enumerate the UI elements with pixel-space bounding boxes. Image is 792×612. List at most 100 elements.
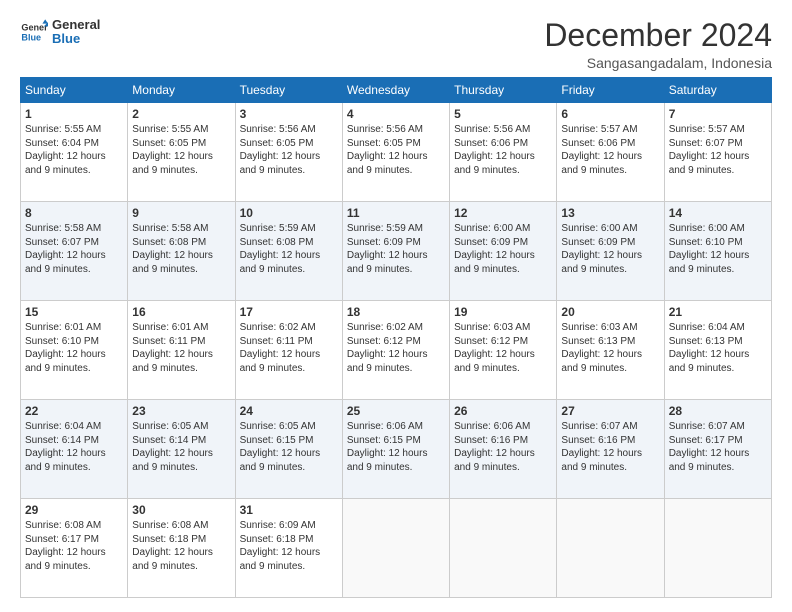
day-number: 4 [347, 106, 445, 122]
calendar-cell: 4 Sunrise: 5:56 AM Sunset: 6:05 PM Dayli… [342, 103, 449, 202]
daylight-cont: and 9 minutes. [669, 165, 735, 176]
sunset-label: Sunset: 6:09 PM [454, 237, 528, 248]
daylight-cont: and 9 minutes. [669, 462, 735, 473]
sunset-label: Sunset: 6:14 PM [132, 435, 206, 446]
sunrise-label: Sunrise: 6:03 AM [561, 322, 637, 333]
sunrise-label: Sunrise: 6:07 AM [561, 421, 637, 432]
day-number: 31 [240, 502, 338, 518]
day-number: 14 [669, 205, 767, 221]
daylight-label: Daylight: 12 hours [669, 349, 750, 360]
day-number: 2 [132, 106, 230, 122]
sunrise-label: Sunrise: 6:08 AM [132, 520, 208, 531]
day-number: 18 [347, 304, 445, 320]
logo-icon: General Blue [20, 18, 48, 46]
daylight-label: Daylight: 12 hours [347, 448, 428, 459]
day-number: 24 [240, 403, 338, 419]
sunset-label: Sunset: 6:12 PM [347, 336, 421, 347]
sunset-label: Sunset: 6:17 PM [669, 435, 743, 446]
day-number: 11 [347, 205, 445, 221]
logo: General Blue General Blue [20, 18, 100, 47]
daylight-cont: and 9 minutes. [561, 264, 627, 275]
sunrise-label: Sunrise: 6:02 AM [347, 322, 423, 333]
sunrise-label: Sunrise: 5:56 AM [454, 124, 530, 135]
calendar-cell: 31 Sunrise: 6:09 AM Sunset: 6:18 PM Dayl… [235, 499, 342, 598]
daylight-cont: and 9 minutes. [25, 165, 91, 176]
calendar-cell: 24 Sunrise: 6:05 AM Sunset: 6:15 PM Dayl… [235, 400, 342, 499]
daylight-cont: and 9 minutes. [25, 264, 91, 275]
daylight-cont: and 9 minutes. [669, 264, 735, 275]
sunrise-label: Sunrise: 5:55 AM [25, 124, 101, 135]
sunrise-label: Sunrise: 6:01 AM [25, 322, 101, 333]
daylight-label: Daylight: 12 hours [561, 448, 642, 459]
calendar-cell: 20 Sunrise: 6:03 AM Sunset: 6:13 PM Dayl… [557, 301, 664, 400]
daylight-label: Daylight: 12 hours [454, 349, 535, 360]
daylight-cont: and 9 minutes. [454, 264, 520, 275]
week-row-2: 8 Sunrise: 5:58 AM Sunset: 6:07 PM Dayli… [21, 202, 772, 301]
week-row-3: 15 Sunrise: 6:01 AM Sunset: 6:10 PM Dayl… [21, 301, 772, 400]
sunset-label: Sunset: 6:05 PM [132, 138, 206, 149]
day-number: 20 [561, 304, 659, 320]
calendar-cell [342, 499, 449, 598]
day-number: 22 [25, 403, 123, 419]
day-number: 16 [132, 304, 230, 320]
sunrise-label: Sunrise: 6:00 AM [454, 223, 530, 234]
calendar-cell: 12 Sunrise: 6:00 AM Sunset: 6:09 PM Dayl… [450, 202, 557, 301]
sunset-label: Sunset: 6:11 PM [132, 336, 205, 347]
sunrise-label: Sunrise: 6:04 AM [669, 322, 745, 333]
daylight-label: Daylight: 12 hours [25, 151, 106, 162]
daylight-label: Daylight: 12 hours [669, 250, 750, 261]
daylight-cont: and 9 minutes. [132, 561, 198, 572]
day-number: 9 [132, 205, 230, 221]
day-number: 3 [240, 106, 338, 122]
sunset-label: Sunset: 6:06 PM [454, 138, 528, 149]
daylight-label: Daylight: 12 hours [132, 250, 213, 261]
calendar-cell: 23 Sunrise: 6:05 AM Sunset: 6:14 PM Dayl… [128, 400, 235, 499]
calendar-cell: 6 Sunrise: 5:57 AM Sunset: 6:06 PM Dayli… [557, 103, 664, 202]
calendar-cell: 2 Sunrise: 5:55 AM Sunset: 6:05 PM Dayli… [128, 103, 235, 202]
calendar-cell: 5 Sunrise: 5:56 AM Sunset: 6:06 PM Dayli… [450, 103, 557, 202]
daylight-cont: and 9 minutes. [132, 165, 198, 176]
sunset-label: Sunset: 6:10 PM [669, 237, 743, 248]
sunset-label: Sunset: 6:17 PM [25, 534, 99, 545]
sunrise-label: Sunrise: 6:03 AM [454, 322, 530, 333]
subtitle: Sangasangadalam, Indonesia [544, 55, 772, 71]
sunset-label: Sunset: 6:08 PM [132, 237, 206, 248]
day-number: 13 [561, 205, 659, 221]
day-number: 21 [669, 304, 767, 320]
week-row-5: 29 Sunrise: 6:08 AM Sunset: 6:17 PM Dayl… [21, 499, 772, 598]
daylight-label: Daylight: 12 hours [240, 349, 321, 360]
daylight-label: Daylight: 12 hours [132, 547, 213, 558]
svg-text:Blue: Blue [21, 33, 41, 43]
calendar-cell: 1 Sunrise: 5:55 AM Sunset: 6:04 PM Dayli… [21, 103, 128, 202]
sunset-label: Sunset: 6:04 PM [25, 138, 99, 149]
daylight-label: Daylight: 12 hours [132, 448, 213, 459]
sunset-label: Sunset: 6:14 PM [25, 435, 99, 446]
calendar-header-row: Sunday Monday Tuesday Wednesday Thursday… [21, 78, 772, 103]
sunset-label: Sunset: 6:10 PM [25, 336, 99, 347]
daylight-cont: and 9 minutes. [347, 462, 413, 473]
calendar-cell: 17 Sunrise: 6:02 AM Sunset: 6:11 PM Dayl… [235, 301, 342, 400]
daylight-cont: and 9 minutes. [25, 462, 91, 473]
col-friday: Friday [557, 78, 664, 103]
daylight-label: Daylight: 12 hours [25, 349, 106, 360]
daylight-label: Daylight: 12 hours [240, 547, 321, 558]
calendar-cell [450, 499, 557, 598]
daylight-cont: and 9 minutes. [561, 462, 627, 473]
day-number: 23 [132, 403, 230, 419]
day-number: 10 [240, 205, 338, 221]
sunrise-label: Sunrise: 6:05 AM [132, 421, 208, 432]
sunset-label: Sunset: 6:18 PM [240, 534, 314, 545]
daylight-cont: and 9 minutes. [132, 363, 198, 374]
calendar-cell: 8 Sunrise: 5:58 AM Sunset: 6:07 PM Dayli… [21, 202, 128, 301]
daylight-label: Daylight: 12 hours [347, 349, 428, 360]
sunset-label: Sunset: 6:05 PM [347, 138, 421, 149]
sunset-label: Sunset: 6:08 PM [240, 237, 314, 248]
daylight-cont: and 9 minutes. [240, 264, 306, 275]
sunrise-label: Sunrise: 5:58 AM [25, 223, 101, 234]
col-wednesday: Wednesday [342, 78, 449, 103]
sunset-label: Sunset: 6:13 PM [669, 336, 743, 347]
daylight-label: Daylight: 12 hours [240, 250, 321, 261]
calendar-cell: 29 Sunrise: 6:08 AM Sunset: 6:17 PM Dayl… [21, 499, 128, 598]
calendar-cell: 28 Sunrise: 6:07 AM Sunset: 6:17 PM Dayl… [664, 400, 771, 499]
day-number: 17 [240, 304, 338, 320]
